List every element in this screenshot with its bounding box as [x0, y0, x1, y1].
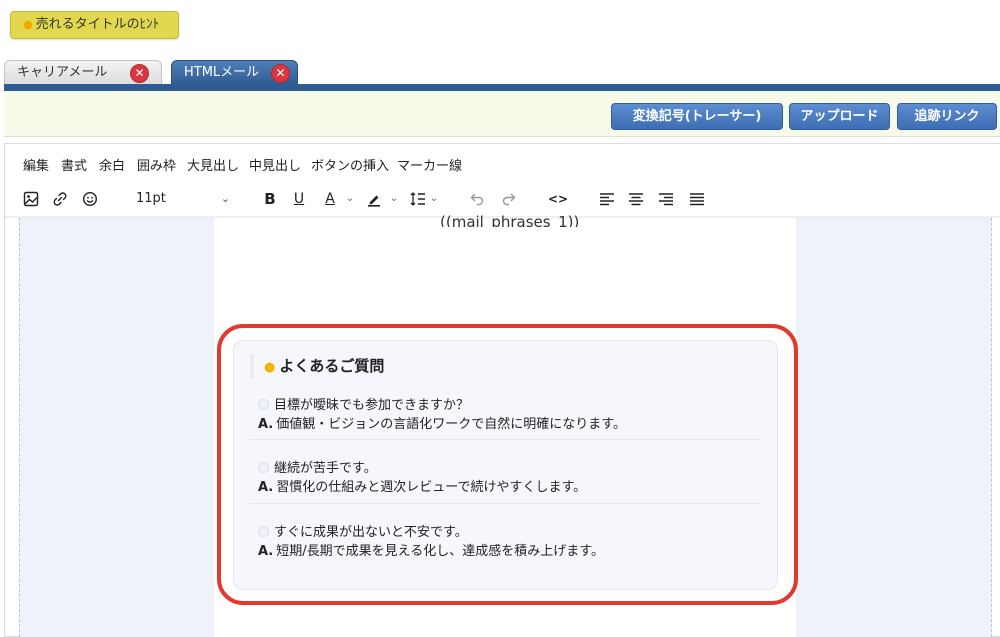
- action-bar: 変換記号(トレーサー) アップロード 追跡リンク: [4, 91, 1000, 137]
- tab-career-mail-label: キャリアメール: [17, 65, 108, 80]
- align-right-icon[interactable]: [655, 187, 677, 211]
- menu-margin[interactable]: 余白: [99, 155, 125, 174]
- font-size-select[interactable]: 11pt ⌄: [128, 187, 236, 211]
- align-justify-icon[interactable]: [686, 187, 708, 211]
- title-hint-button[interactable]: ● 売れるタイトルのﾋﾝﾄ: [10, 11, 179, 39]
- title-hint-label: 売れるタイトルのﾋﾝﾄ: [35, 17, 160, 32]
- font-color-button[interactable]: A: [320, 187, 340, 211]
- tracking-link-button[interactable]: 追跡リンク: [897, 103, 997, 130]
- close-icon[interactable]: ✕: [271, 64, 290, 83]
- tab-html-mail[interactable]: HTMLメール ✕: [171, 60, 298, 86]
- menu-insert-button[interactable]: ボタンの挿入: [311, 155, 389, 174]
- convert-symbol-button[interactable]: 変換記号(トレーサー): [611, 103, 783, 130]
- upload-button[interactable]: アップロード: [789, 103, 890, 130]
- link-icon[interactable]: [49, 187, 71, 211]
- chevron-down-icon[interactable]: ⌄: [428, 187, 440, 211]
- menu-format[interactable]: 書式: [61, 155, 87, 174]
- menu-medium-heading[interactable]: 中見出し: [249, 155, 301, 174]
- align-left-icon[interactable]: [596, 187, 618, 211]
- toolbar-shadow: [4, 216, 1000, 220]
- chevron-down-icon[interactable]: ⌄: [388, 187, 400, 211]
- editor-menubar: 編集 書式 余白 囲み枠 大見出し 中見出し ボタンの挿入 マーカー線: [4, 150, 1000, 178]
- align-center-icon[interactable]: [625, 187, 647, 211]
- menu-large-heading[interactable]: 大見出し: [187, 155, 239, 174]
- close-icon[interactable]: ✕: [130, 64, 149, 83]
- menu-frame[interactable]: 囲み枠: [137, 155, 176, 174]
- highlight-outline: [217, 324, 798, 605]
- bold-button[interactable]: B: [260, 187, 280, 211]
- tab-underline: [4, 84, 1000, 91]
- lightbulb-icon: ●: [23, 18, 33, 31]
- highlighter-icon[interactable]: [363, 187, 385, 211]
- emoji-icon[interactable]: [79, 187, 101, 211]
- tab-career-mail[interactable]: キャリアメール ✕: [4, 60, 162, 86]
- chevron-down-icon: ⌄: [220, 192, 230, 205]
- tab-html-mail-label: HTMLメール: [184, 65, 260, 80]
- chevron-down-icon[interactable]: ⌄: [344, 187, 356, 211]
- underline-button[interactable]: U: [289, 187, 309, 211]
- font-size-value: 11pt: [136, 191, 166, 206]
- menu-marker-line[interactable]: マーカー線: [397, 155, 462, 174]
- menu-edit[interactable]: 編集: [23, 155, 49, 174]
- image-icon[interactable]: [20, 187, 42, 211]
- line-height-icon[interactable]: [407, 187, 429, 211]
